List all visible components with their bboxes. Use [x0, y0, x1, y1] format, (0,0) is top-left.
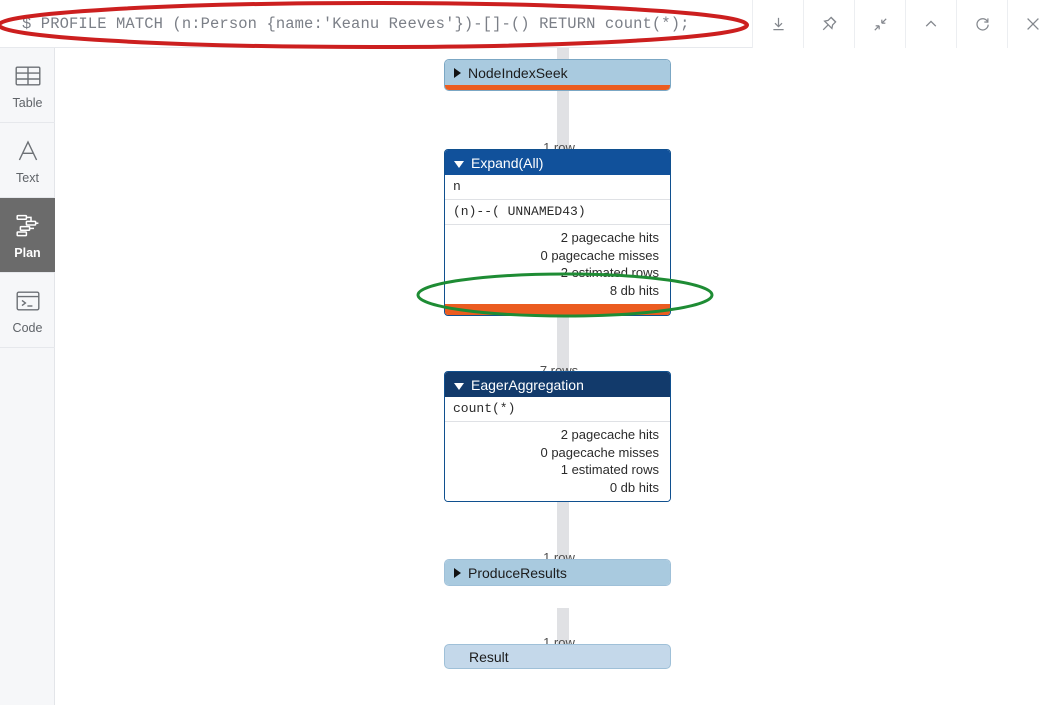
sidebar-item-code[interactable]: Code	[0, 273, 55, 348]
stat-estimated-rows: 2 estimated rows	[560, 265, 659, 280]
stat-db-hits: 0 db hits	[609, 479, 659, 495]
close-icon	[1027, 18, 1039, 30]
plan-node-eager-aggregation[interactable]: EagerAggregation count(*) 2 pagecache hi…	[444, 371, 671, 502]
db-hits-bar	[445, 85, 670, 90]
stat-pagecache-hits: 2 pagecache hits	[560, 427, 659, 442]
sidebar-item-plan[interactable]: Plan	[0, 198, 55, 273]
query-plan-view: $ PROFILE MATCH (n:Person {name:'Keanu R…	[0, 0, 1058, 705]
top-bar: $ PROFILE MATCH (n:Person {name:'Keanu R…	[0, 0, 1058, 48]
plan-node-node-index-seek[interactable]: NodeIndexSeek	[444, 59, 671, 91]
contract-icon	[873, 17, 887, 31]
query-display[interactable]: $ PROFILE MATCH (n:Person {name:'Keanu R…	[0, 0, 752, 47]
plan-node-operator: ProduceResults	[468, 564, 567, 581]
plan-node-operator: NodeIndexSeek	[468, 64, 568, 81]
plan-node-result[interactable]: Result	[444, 644, 671, 669]
plan-icon	[14, 211, 42, 241]
chevron-right-icon	[454, 67, 461, 78]
download-button[interactable]	[752, 0, 803, 48]
plan-node-stats: 2 pagecache hits 0 pagecache misses 1 es…	[445, 422, 670, 501]
result-toolbar	[752, 0, 1058, 48]
stat-pagecache-misses: 0 pagecache misses	[540, 247, 659, 263]
chevron-up-icon	[925, 20, 937, 27]
refresh-button[interactable]	[956, 0, 1007, 48]
plan-node-header[interactable]: ProduceResults	[445, 560, 670, 585]
plan-node-header[interactable]: NodeIndexSeek	[445, 60, 670, 85]
stat-pagecache-hits: 2 pagecache hits	[560, 230, 659, 245]
text-icon	[15, 136, 41, 166]
plan-canvas[interactable]: NodeIndexSeek 1 row Expand(All) n (n)--(…	[56, 48, 1058, 705]
view-mode-sidebar: Table Text Plan Code	[0, 48, 55, 705]
plan-node-operator: Expand(All)	[471, 154, 544, 171]
plan-node-expand-all[interactable]: Expand(All) n (n)--( UNNAMED43) 2 pageca…	[444, 149, 671, 316]
plan-node-header[interactable]: Expand(All)	[445, 150, 670, 175]
query-text: $ PROFILE MATCH (n:Person {name:'Keanu R…	[22, 14, 690, 33]
sidebar-item-text[interactable]: Text	[0, 123, 55, 198]
chevron-down-icon	[454, 383, 464, 390]
chevron-down-icon	[454, 161, 464, 168]
plan-node-header[interactable]: EagerAggregation	[445, 372, 670, 397]
pin-icon	[822, 16, 837, 31]
plan-node-stats: 2 pagecache hits 0 pagecache misses 2 es…	[445, 225, 670, 304]
plan-node-identifiers: n	[445, 175, 670, 200]
close-button[interactable]	[1007, 0, 1058, 48]
sidebar-item-plan-label: Plan	[14, 245, 41, 260]
collapse-button[interactable]	[905, 0, 956, 48]
stat-estimated-rows: 1 estimated rows	[560, 462, 659, 477]
code-icon	[15, 286, 41, 316]
plan-node-operator: Result	[469, 648, 509, 665]
sidebar-item-text-label: Text	[16, 170, 39, 185]
pin-button[interactable]	[803, 0, 854, 48]
download-icon	[772, 17, 784, 30]
plan-node-produce-results[interactable]: ProduceResults	[444, 559, 671, 586]
chevron-right-icon	[454, 567, 461, 578]
plan-node-pattern: (n)--( UNNAMED43)	[445, 200, 670, 225]
plan-node-operator: EagerAggregation	[471, 376, 584, 393]
plan-node-identifiers: count(*)	[445, 397, 670, 422]
stat-pagecache-misses: 0 pagecache misses	[540, 444, 659, 460]
table-icon	[15, 61, 41, 91]
contract-button[interactable]	[854, 0, 905, 48]
sidebar-item-table[interactable]: Table	[0, 48, 55, 123]
db-hits-bar	[445, 304, 670, 315]
sidebar-item-code-label: Code	[12, 320, 43, 335]
stat-db-hits: 8 db hits	[609, 282, 659, 298]
refresh-icon	[975, 17, 989, 30]
sidebar-item-table-label: Table	[12, 95, 43, 110]
